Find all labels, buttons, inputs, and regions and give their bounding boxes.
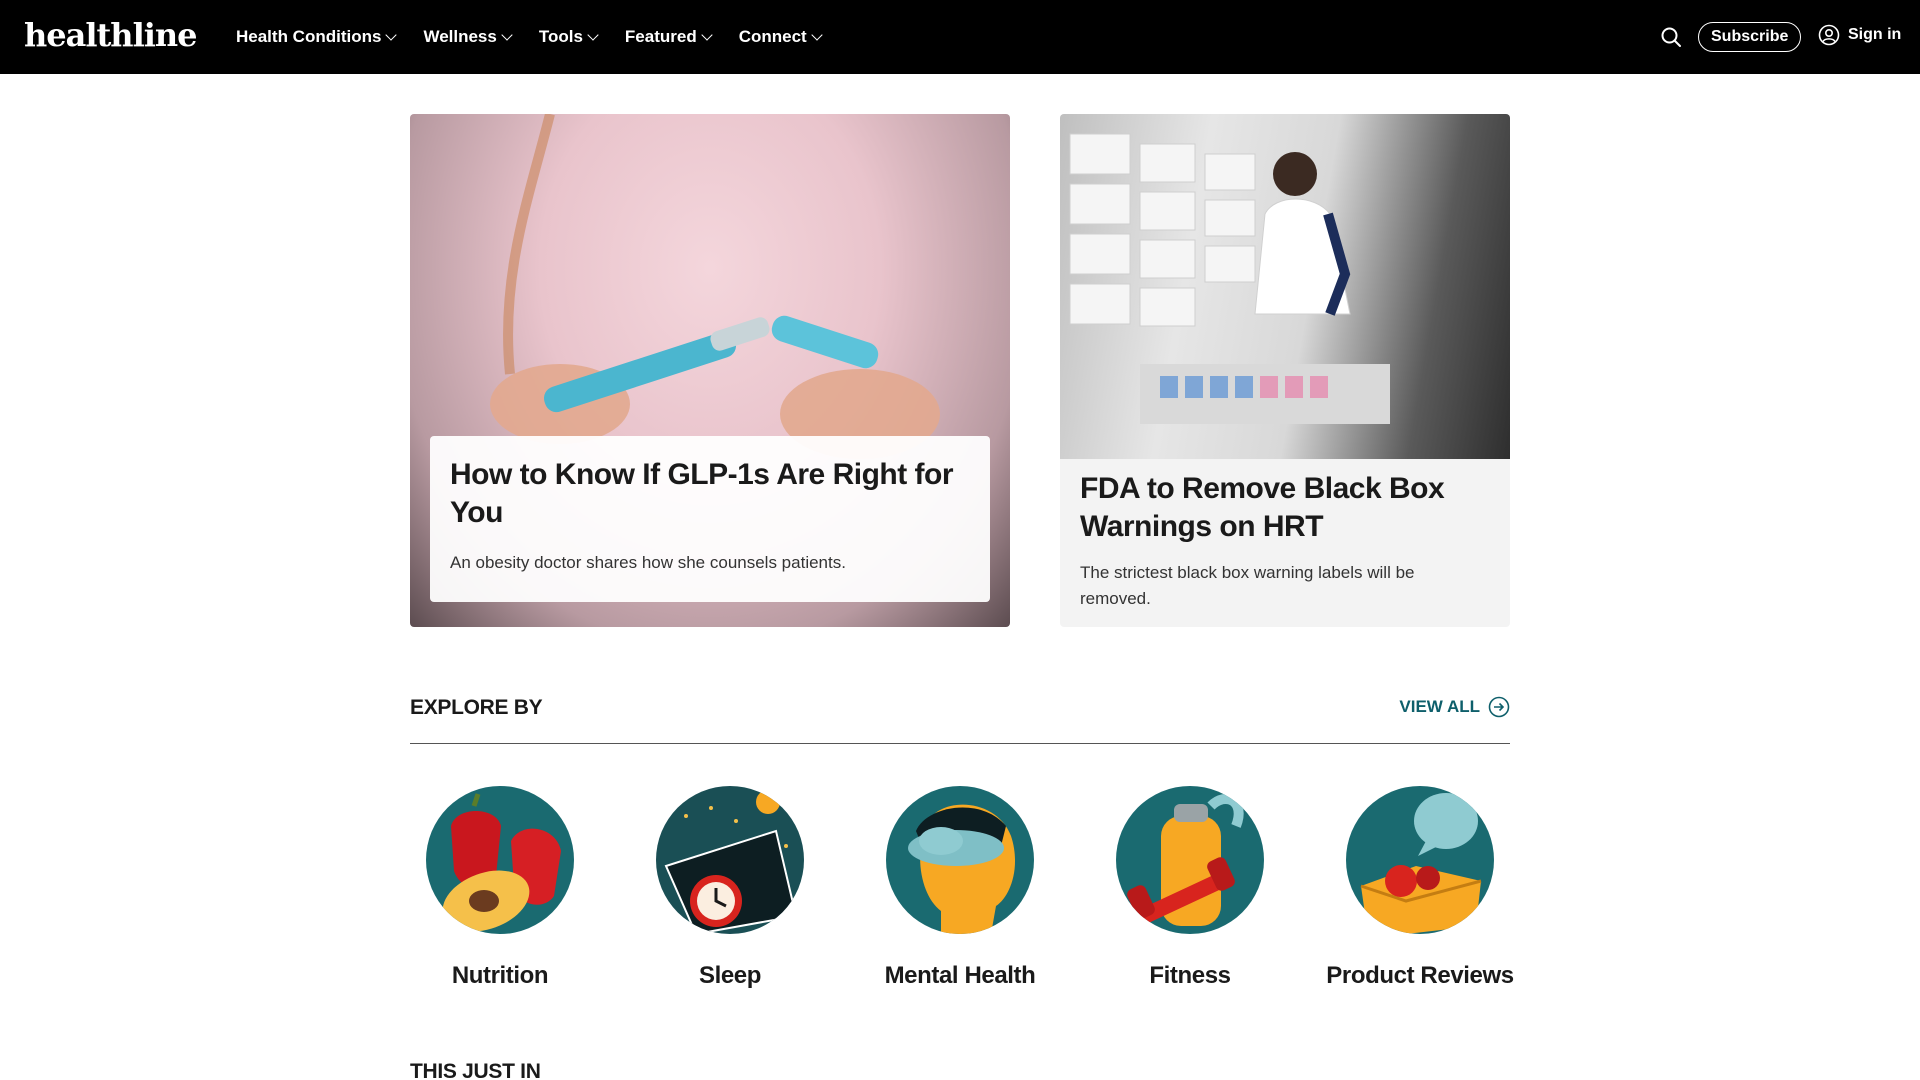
main-nav: Health Conditions Wellness Tools Feature… [236,0,849,74]
user-icon [1818,24,1840,46]
nav-health-conditions[interactable]: Health Conditions [236,27,398,47]
sign-in-label: Sign in [1848,26,1902,43]
feature-title[interactable]: FDA to Remove Black Box Warnings on HRT [1080,470,1490,546]
arrow-circle-icon [1488,696,1510,718]
search-icon[interactable] [1660,26,1682,48]
feature-card-glp1[interactable]: How to Know If GLP-1s Are Right for You … [410,114,1010,627]
this-just-in-title: THIS JUST IN [410,1060,541,1080]
sign-in-button[interactable]: Sign in [1818,24,1901,46]
nav-label: Connect [738,27,807,46]
feature-description: The strictest black box warning labels w… [1080,563,1415,608]
nav-wellness[interactable]: Wellness [423,27,513,47]
nav-label: Tools [538,27,583,46]
product-reviews-icon [1346,786,1494,934]
category-fitness[interactable]: Fitness [1095,786,1285,990]
category-label: Nutrition [451,962,549,989]
section-title: EXPLORE BY [410,696,543,719]
feature-description: An obesity doctor shares how she counsel… [450,553,846,572]
category-nutrition[interactable]: Nutrition [405,786,595,990]
view-all-link[interactable]: VIEW ALL [1399,696,1510,718]
feature-image-pharmacist [1060,114,1510,459]
mental-health-icon [886,786,1034,934]
feature-title[interactable]: How to Know If GLP-1s Are Right for You [450,456,970,532]
nutrition-icon [426,786,574,934]
healthline-logo[interactable]: healthline [24,16,197,54]
category-label: Mental Health [884,962,1036,989]
pharmacy-illustration [1069,133,1390,424]
nav-tools[interactable]: Tools [538,27,599,47]
category-product-reviews[interactable]: Product Reviews [1325,786,1515,990]
feature-card-hrt[interactable]: FDA to Remove Black Box Warnings on HRT … [1060,114,1510,627]
fitness-icon [1116,786,1264,934]
chevron-down-icon [811,29,823,41]
chevron-down-icon [701,29,713,41]
category-mental-health[interactable]: Mental Health [865,786,1055,990]
view-all-label: VIEW ALL [1399,697,1480,716]
nav-connect[interactable]: Connect [738,27,823,47]
feature-text-panel: How to Know If GLP-1s Are Right for You … [430,436,990,602]
subscribe-button[interactable]: Subscribe [1698,22,1802,52]
nav-label: Featured [624,27,697,46]
category-label: Fitness [1149,962,1231,989]
nav-featured[interactable]: Featured [624,27,713,47]
top-nav-bar: healthline Health Conditions Wellness To… [0,0,1920,74]
category-label: Product Reviews [1326,962,1514,989]
chevron-down-icon [587,29,599,41]
sleep-icon [656,786,804,934]
category-label: Sleep [698,962,762,989]
feature-text: FDA to Remove Black Box Warnings on HRT … [1080,470,1490,612]
chevron-down-icon [385,29,398,41]
nav-label: Health Conditions [236,27,382,46]
nav-label: Wellness [423,27,497,46]
chevron-down-icon [501,29,513,41]
category-sleep[interactable]: Sleep [635,786,825,990]
explore-by-header: EXPLORE BY VIEW ALL [410,690,1510,744]
